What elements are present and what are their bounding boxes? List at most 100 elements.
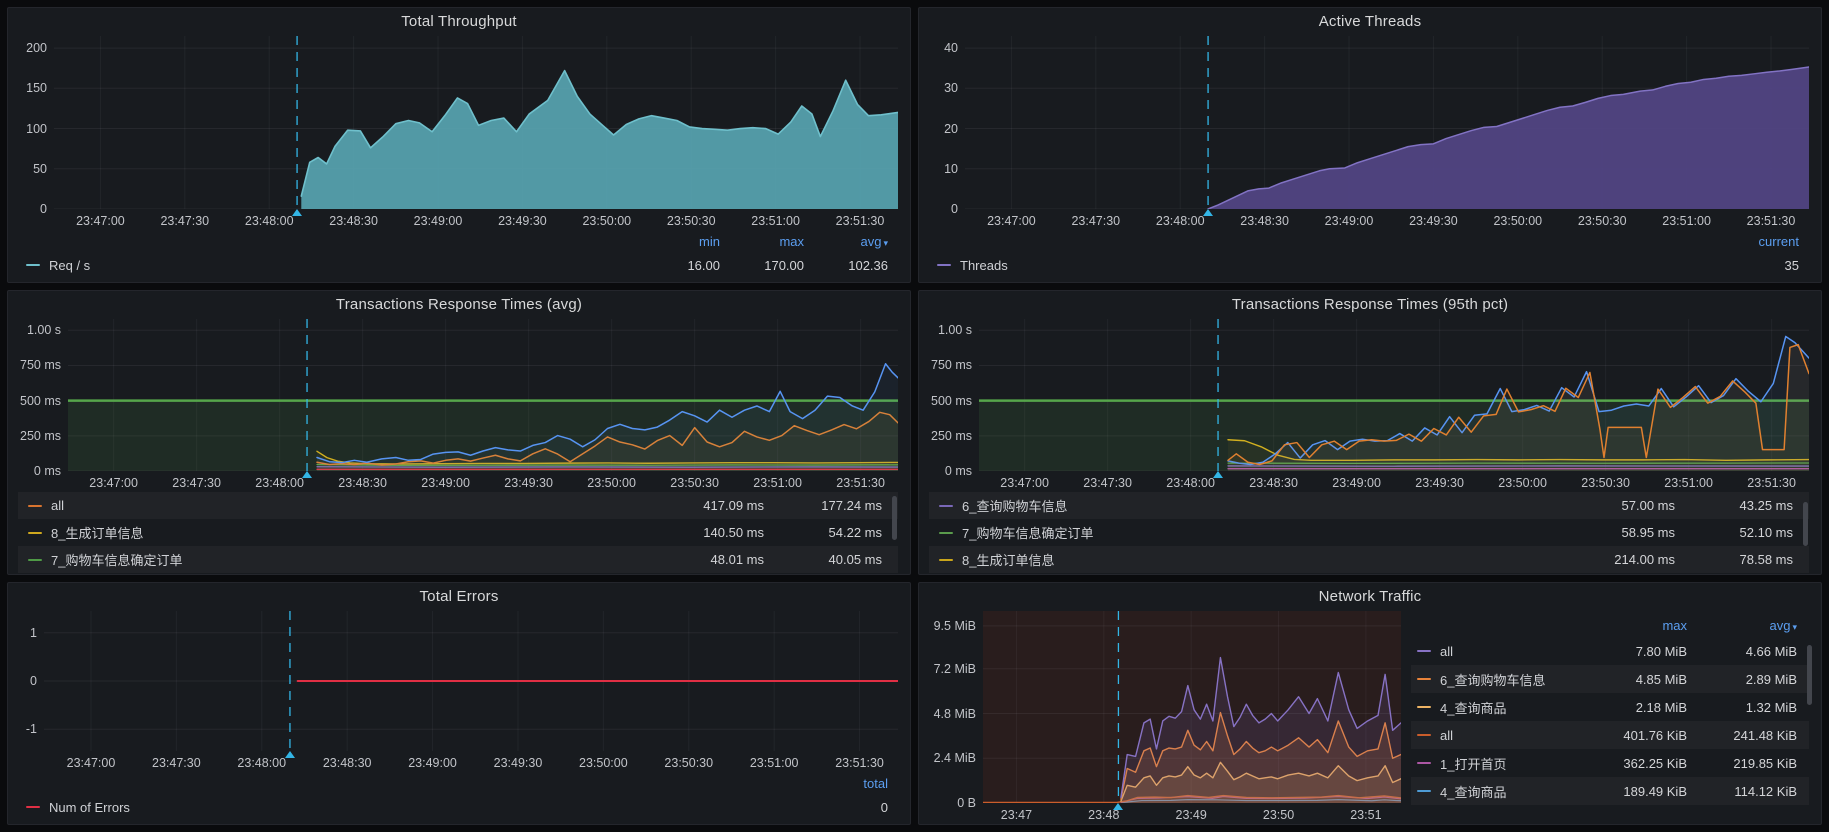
y-axis-label: 100 (26, 122, 47, 136)
legend-header-total[interactable]: total (804, 776, 888, 791)
annotation-marker-icon[interactable] (285, 751, 295, 758)
panel-title[interactable]: Transactions Response Times (95th pct) (1232, 296, 1508, 313)
legend-scrollbar[interactable] (1807, 645, 1812, 705)
x-axis-label: 23:49:00 (1325, 214, 1374, 228)
legend-header-label[interactable]: avg (1770, 618, 1791, 633)
x-axis-label: 23:50 (1263, 808, 1294, 822)
panel-title-bar[interactable]: Total Errors (8, 583, 910, 609)
series-color-dash-icon (26, 806, 40, 808)
panel-title[interactable]: Transactions Response Times (avg) (336, 296, 582, 313)
x-axis-label: 23:51:00 (751, 214, 800, 228)
legend-series-label[interactable]: Num of Errors (49, 800, 130, 815)
x-axis-label: 23:47:00 (67, 756, 116, 770)
legend-header-label[interactable]: total (863, 776, 888, 791)
legend-header-current[interactable]: current (1715, 234, 1799, 249)
legend-series: all (24, 498, 646, 513)
plot-area[interactable] (979, 319, 1809, 471)
x-axis-label: 23:48 (1088, 808, 1119, 822)
legend-header-max[interactable]: max (720, 234, 804, 249)
legend-series-label[interactable]: 7_购物车信息确定订单 (51, 550, 182, 569)
legend-header-max[interactable]: max (1577, 618, 1687, 633)
legend-header-min[interactable]: min (636, 234, 720, 249)
panel-total-throughput: Total Throughput 200150100500 23:47:0023… (7, 7, 911, 283)
panel-title-bar[interactable]: Active Threads (919, 8, 1821, 34)
legend-header-label[interactable]: min (699, 234, 720, 249)
series-color-dash-icon (939, 532, 953, 534)
y-axis-label: 0 ms (945, 464, 972, 478)
legend-series-label[interactable]: 4_查询商品 (1440, 782, 1506, 801)
legend-value: 417.09 ms (646, 498, 764, 513)
legend-series-label[interactable]: 8_生成订单信息 (51, 523, 143, 542)
x-axis-label: 23:49 (1176, 808, 1207, 822)
series-color-dash-icon (28, 559, 42, 561)
annotation-marker-icon[interactable] (292, 209, 302, 216)
x-axis-label: 23:50:30 (1578, 214, 1627, 228)
legend-series-label[interactable]: 7_购物车信息确定订单 (962, 523, 1093, 542)
legend-series: 4_查询商品 (1413, 698, 1577, 717)
legend-series-label[interactable]: all (51, 498, 64, 513)
x-axis-label: 23:49:30 (498, 214, 547, 228)
legend-series-label[interactable]: Req / s (49, 258, 90, 273)
x-axis-label: 23:49:00 (408, 756, 457, 770)
legend-series-label[interactable]: 8_生成订单信息 (962, 550, 1054, 569)
panel-title-bar[interactable]: Total Throughput (8, 8, 910, 34)
x-axis-label: 23:51:30 (1747, 214, 1796, 228)
legend-scrollbar[interactable] (1803, 502, 1808, 546)
x-axis-label: 23:47:30 (172, 476, 221, 490)
legend-series: 1_打开首页 (1413, 754, 1577, 773)
legend-value: 54.22 ms (764, 525, 882, 540)
legend-header-label[interactable]: max (1662, 618, 1687, 633)
legend-series-label[interactable]: 4_查询商品 (1440, 698, 1506, 717)
legend-series-label[interactable]: Threads (960, 258, 1008, 273)
annotation-marker-icon[interactable] (302, 471, 312, 478)
panel-title[interactable]: Total Throughput (401, 13, 517, 30)
legend-value: 4.85 MiB (1577, 672, 1687, 687)
x-axis-label: 23:48:00 (1166, 476, 1215, 490)
panel-title-bar[interactable]: Transactions Response Times (95th pct) (919, 291, 1821, 317)
legend-scrollbar[interactable] (892, 496, 897, 540)
legend-header-avg[interactable]: avg▾ (804, 234, 888, 249)
annotation-marker-icon[interactable] (1203, 209, 1213, 216)
legend-header-row: current (933, 230, 1799, 252)
legend-header-label[interactable]: current (1759, 234, 1799, 249)
legend-series-label[interactable]: all (1440, 644, 1453, 659)
panel-title-bar[interactable]: Network Traffic (919, 583, 1821, 609)
legend-header-avg[interactable]: avg▾ (1687, 618, 1797, 633)
x-axis-label: 23:48:00 (237, 756, 286, 770)
legend-value: 78.58 ms (1675, 552, 1793, 567)
panel-title-bar[interactable]: Transactions Response Times (avg) (8, 291, 910, 317)
legend-header-label[interactable]: max (779, 234, 804, 249)
y-axis-label: 250 ms (20, 429, 61, 443)
legend: minmaxavg▾Req / s16.00170.00102.36 (14, 230, 898, 282)
y-axis: 403020100 (925, 36, 965, 209)
legend-series-label[interactable]: 6_查询购物车信息 (962, 496, 1067, 515)
legend-row: 8_生成订单信息140.50 ms54.22 ms (18, 519, 898, 546)
panel-title[interactable]: Active Threads (1319, 13, 1422, 30)
panel-title[interactable]: Total Errors (419, 588, 498, 605)
legend-header-label[interactable]: avg (861, 234, 882, 249)
legend-value: 57.00 ms (1557, 498, 1675, 513)
annotation-marker-icon[interactable] (1213, 471, 1223, 478)
y-axis-label: 500 ms (20, 394, 61, 408)
x-axis-label: 23:50:00 (582, 214, 631, 228)
legend-series-label[interactable]: 1_打开首页 (1440, 754, 1506, 773)
legend-series-label[interactable]: all (1440, 728, 1453, 743)
legend-value: 2.18 MiB (1577, 700, 1687, 715)
panel-title[interactable]: Network Traffic (1319, 588, 1422, 605)
y-axis-label: 0 (30, 674, 37, 688)
x-axis-label: 23:50:00 (1493, 214, 1542, 228)
y-axis-label: 20 (944, 122, 958, 136)
annotation-marker-icon[interactable] (1113, 803, 1123, 810)
x-axis-label: 23:51:00 (750, 756, 799, 770)
plot-area[interactable] (44, 611, 898, 751)
plot-area[interactable] (983, 611, 1401, 803)
series-color-dash-icon (28, 505, 42, 507)
series-color-dash-icon (1417, 678, 1431, 680)
x-axis: 23:47:0023:47:3023:48:0023:48:3023:49:00… (68, 471, 898, 492)
plot-area[interactable] (54, 36, 898, 209)
plot-area[interactable] (965, 36, 1809, 209)
legend-series-label[interactable]: 6_查询购物车信息 (1440, 670, 1545, 689)
plot-area[interactable] (68, 319, 898, 471)
legend-series: 7_购物车信息确定订单 (24, 550, 646, 569)
legend-value: 189.49 KiB (1577, 784, 1687, 799)
